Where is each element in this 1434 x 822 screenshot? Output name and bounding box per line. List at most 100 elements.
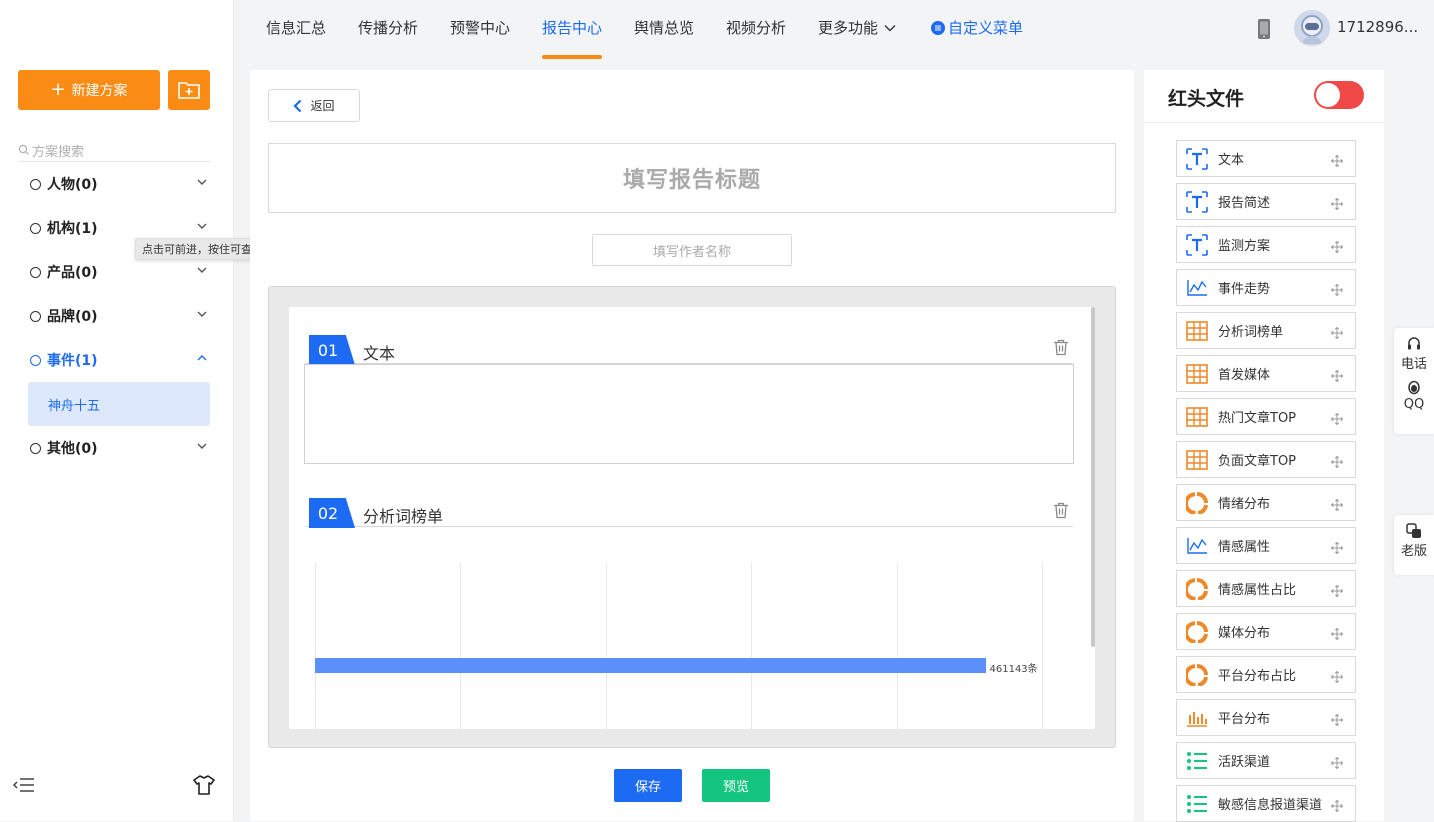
component-label: 平台分布: [1218, 712, 1271, 727]
component-label: 报告简述: [1218, 196, 1271, 211]
contact-float: 电话 QQ: [1394, 328, 1434, 434]
report-title-input[interactable]: 填写报告标题: [268, 143, 1116, 213]
author-name-input[interactable]: 填写作者名称: [592, 234, 792, 266]
drag-handle-icon[interactable]: [1330, 324, 1344, 343]
drag-handle-icon[interactable]: [1330, 797, 1344, 816]
drag-handle-icon[interactable]: [1330, 668, 1344, 687]
category-label: 事件(1): [47, 353, 98, 369]
component-item[interactable]: 负面文章TOP: [1176, 441, 1356, 478]
list-icon: [1186, 750, 1208, 772]
nav-opinion-overview[interactable]: 舆情总览: [634, 17, 694, 38]
category-event[interactable]: 事件(1): [18, 338, 214, 382]
new-folder-button[interactable]: [168, 70, 210, 110]
username[interactable]: 1712896...: [1337, 18, 1418, 36]
drag-handle-icon[interactable]: [1330, 410, 1344, 429]
circle-icon: [30, 222, 41, 234]
component-item[interactable]: 活跃渠道: [1176, 742, 1356, 779]
component-item[interactable]: 情绪分布: [1176, 484, 1356, 521]
chart-gridline: [896, 563, 898, 729]
category-label: 品牌(0): [47, 309, 98, 325]
collapse-sidebar-button[interactable]: [12, 776, 36, 798]
category-brand[interactable]: 品牌(0): [18, 294, 214, 338]
qq-contact-button[interactable]: QQ: [1394, 380, 1434, 412]
drag-handle-icon[interactable]: [1330, 754, 1344, 773]
drag-handle-icon[interactable]: [1330, 711, 1344, 730]
chart-gridline: [460, 563, 462, 729]
old-version-button[interactable]: 老版: [1394, 523, 1434, 559]
save-button[interactable]: 保存: [614, 769, 682, 802]
component-item[interactable]: 事件走势: [1176, 269, 1356, 306]
chart-gridline: [315, 563, 316, 729]
drag-handle-icon[interactable]: [1330, 496, 1344, 515]
analysis-word-chart: 461143条: [289, 557, 1095, 729]
nav-alert-center[interactable]: 预警中心: [450, 17, 510, 38]
folder-add-icon: [178, 82, 200, 99]
sidebar: + 新建方案 方案搜索 人物(0) 机构(1) 产品(0) 品牌(0) 事件(1…: [0, 0, 234, 821]
nav-info-summary[interactable]: 信息汇总: [266, 17, 326, 38]
custom-menu-link[interactable]: 自定义菜单: [931, 17, 1023, 38]
plan-item-active[interactable]: 神舟十五: [28, 382, 210, 426]
component-item[interactable]: 报告简述: [1176, 183, 1356, 220]
phone-contact-button[interactable]: 电话: [1394, 336, 1434, 372]
component-item[interactable]: 情感属性占比: [1176, 570, 1356, 607]
drag-handle-icon[interactable]: [1330, 582, 1344, 601]
nav-spread-analysis[interactable]: 传播分析: [358, 17, 418, 38]
text-icon: [1186, 233, 1208, 256]
collapse-menu-icon: [12, 778, 34, 792]
category-label: 产品(0): [47, 265, 98, 281]
qq-icon: [1408, 380, 1420, 395]
drag-handle-icon[interactable]: [1330, 281, 1344, 300]
drag-handle-icon[interactable]: [1330, 625, 1344, 644]
drag-handle-icon[interactable]: [1330, 238, 1344, 257]
preview-button[interactable]: 预览: [702, 769, 770, 802]
drag-handle-icon[interactable]: [1330, 367, 1344, 386]
nav-video-analysis[interactable]: 视频分析: [726, 17, 786, 38]
component-item[interactable]: 平台分布占比: [1176, 656, 1356, 693]
mobile-icon[interactable]: [1256, 18, 1272, 44]
phone-label: 电话: [1400, 357, 1427, 372]
component-label: 敏感信息报道渠道: [1218, 798, 1323, 813]
component-item[interactable]: 分析词榜单: [1176, 312, 1356, 349]
component-item[interactable]: 媒体分布: [1176, 613, 1356, 650]
new-plan-button[interactable]: + 新建方案: [18, 70, 160, 110]
back-label: 返回: [310, 99, 335, 113]
block-header: 02 分析词榜单: [305, 494, 1073, 528]
nav-report-center[interactable]: 报告中心: [542, 17, 602, 38]
component-item[interactable]: 热门文章TOP: [1176, 398, 1356, 435]
component-item[interactable]: 平台分布: [1176, 699, 1356, 736]
chart-gridline: [605, 563, 607, 729]
chart-bar[interactable]: [315, 658, 986, 673]
nav-more-features[interactable]: 更多功能: [818, 17, 896, 38]
component-label: 情感属性占比: [1218, 583, 1297, 598]
drag-handle-icon[interactable]: [1330, 195, 1344, 214]
chart-data-label: 461143条: [989, 664, 1038, 675]
trash-icon[interactable]: [1053, 502, 1069, 519]
donut-icon: [1186, 620, 1208, 643]
circle-icon: [30, 178, 41, 190]
back-button[interactable]: 返回: [268, 89, 360, 122]
theme-button[interactable]: [192, 774, 216, 800]
drag-handle-icon[interactable]: [1330, 453, 1344, 472]
trash-icon[interactable]: [1053, 339, 1069, 356]
component-item[interactable]: 监测方案: [1176, 226, 1356, 263]
chevron-down-icon: [197, 223, 207, 229]
text-block-editor[interactable]: [304, 364, 1074, 464]
top-nav: 信息汇总 传播分析 预警中心 报告中心 舆情总览 视频分析 更多功能 自定义菜单…: [234, 0, 1434, 60]
component-item[interactable]: 敏感信息报道渠道: [1176, 785, 1356, 822]
component-item[interactable]: 首发媒体: [1176, 355, 1356, 392]
component-item[interactable]: 文本: [1176, 140, 1356, 177]
red-header-toggle[interactable]: [1314, 81, 1364, 109]
drag-handle-icon[interactable]: [1330, 152, 1344, 171]
plan-search-input[interactable]: 方案搜索: [18, 139, 211, 162]
scrollbar[interactable]: [1091, 307, 1095, 647]
category-label: 机构(1): [47, 221, 98, 237]
category-other[interactable]: 其他(0): [18, 426, 214, 470]
custom-menu-label: 自定义菜单: [948, 19, 1024, 37]
component-label: 情感属性: [1218, 540, 1271, 555]
category-person[interactable]: 人物(0): [18, 162, 214, 206]
component-item[interactable]: 情感属性: [1176, 527, 1356, 564]
table-icon: [1186, 449, 1208, 471]
drag-handle-icon[interactable]: [1330, 539, 1344, 558]
circle-icon: [30, 442, 41, 454]
avatar[interactable]: [1294, 10, 1330, 46]
